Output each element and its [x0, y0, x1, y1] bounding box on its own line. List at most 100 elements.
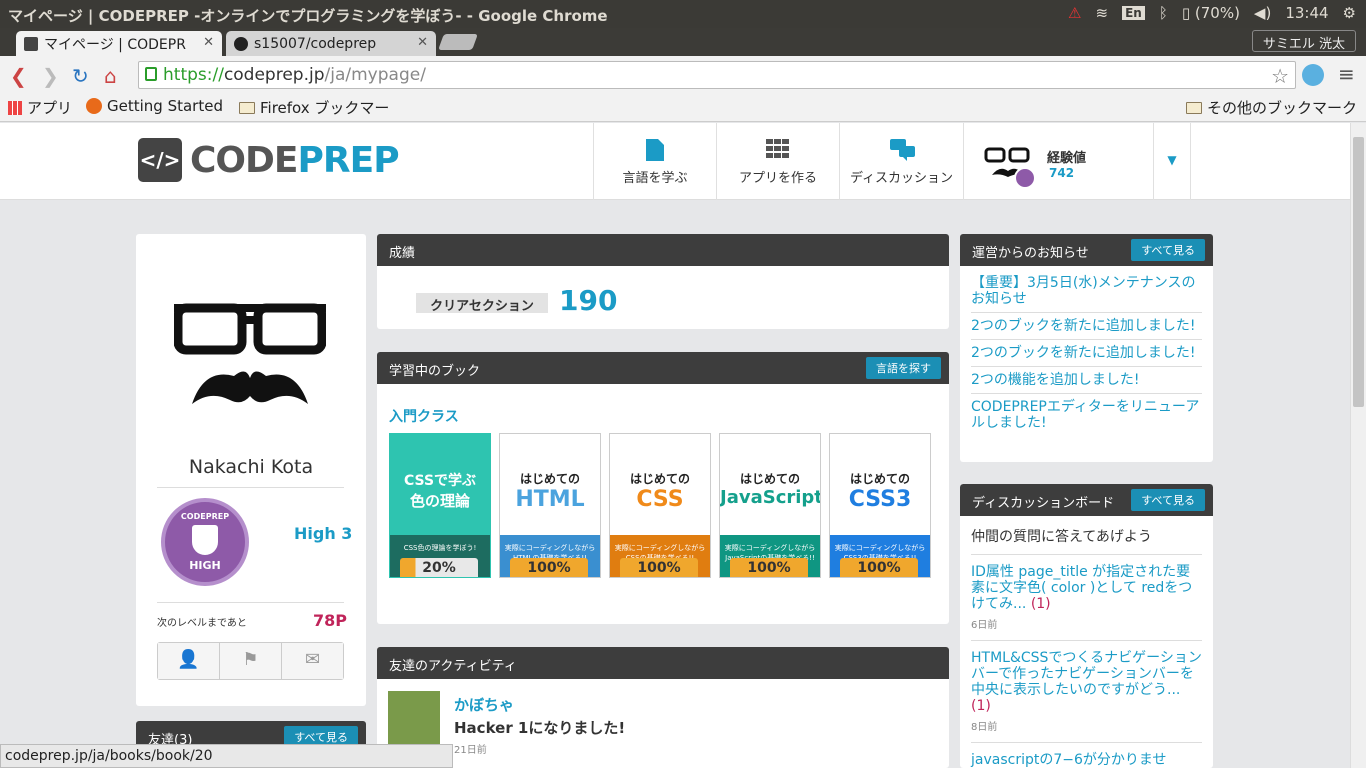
- book-title-top: はじめての: [519, 472, 580, 486]
- tab-mypage[interactable]: マイページ | CODEPR ✕: [16, 31, 222, 56]
- discussion-title-link[interactable]: ID属性 page_title が指定された要素に文字色( color )として…: [971, 564, 1192, 612]
- back-icon[interactable]: ❮: [10, 64, 27, 88]
- home-icon[interactable]: ⌂: [104, 64, 117, 88]
- level-mini-badge: [1014, 167, 1036, 189]
- clock[interactable]: 13:44: [1285, 4, 1328, 22]
- chat-icon-button[interactable]: ✉: [282, 643, 343, 679]
- battery-indicator[interactable]: ▯ (70%): [1182, 4, 1240, 22]
- url-path: /ja/mypage/: [324, 65, 426, 85]
- caret-down-icon: ▼: [1167, 153, 1177, 167]
- book-card[interactable]: はじめてのHTML実際にコーディングしながらHTMLの基礎を学べる!!100%: [499, 433, 601, 578]
- mustache-avatar: [174, 303, 326, 404]
- bluetooth-icon[interactable]: ᛒ: [1159, 4, 1168, 22]
- page-scrollbar[interactable]: [1350, 123, 1366, 768]
- user-menu-dropdown[interactable]: ▼: [1153, 123, 1191, 200]
- news-list: 【重要】3月5日(水)メンテナンスのお知らせ 2つのブックを新たに追加しました!…: [960, 266, 1213, 436]
- exp-value: 742: [1049, 166, 1075, 180]
- url-scheme: https://: [163, 65, 224, 85]
- discussion-item[interactable]: javascriptの7−6が分かりませ: [971, 743, 1202, 768]
- book-title-top: はじめての: [849, 472, 910, 486]
- news-title: 運営からのお知らせ: [972, 246, 1089, 261]
- settings-gear-icon[interactable]: ⚙: [1343, 4, 1356, 22]
- tab-label: マイページ | CODEPR: [44, 36, 186, 53]
- bookmark-label: アプリ: [27, 99, 73, 117]
- book-title-main: CSS3: [848, 487, 912, 512]
- next-level-label: 次のレベルまであと: [157, 618, 247, 629]
- next-level-points: 78P: [313, 611, 347, 630]
- bookmark-other[interactable]: その他のブックマーク: [1186, 97, 1357, 118]
- user-icon-button[interactable]: 👤: [158, 643, 220, 679]
- chat-bubbles-icon: [889, 139, 915, 161]
- news-item[interactable]: 2つの機能を追加しました!: [971, 367, 1202, 394]
- book-card[interactable]: CSSで学ぶ 色の理論 CSS色の理論を学ぼう! 20%: [389, 433, 491, 578]
- results-panel: 成績 クリアセクション 190: [377, 234, 949, 329]
- discussion-time: 8日前: [971, 722, 998, 733]
- apps-grid-icon: [8, 100, 22, 115]
- discussion-item[interactable]: ID属性 page_title が指定された要素に文字色( color )として…: [971, 555, 1202, 641]
- book-card[interactable]: はじめてのJavaScript実際にコーディングしながらJavaScriptの基…: [719, 433, 821, 578]
- extension-icon[interactable]: [1302, 64, 1324, 86]
- nav-learn-language[interactable]: 言語を学ぶ: [593, 123, 716, 200]
- menu-icon[interactable]: ≡: [1338, 62, 1355, 86]
- os-top-bar: マイページ | CODEPREP -オンラインでプログラミングを学ぼう- - G…: [0, 0, 1366, 28]
- scrollbar-thumb[interactable]: [1353, 137, 1364, 407]
- folder-icon: [1186, 101, 1202, 114]
- divider: [157, 487, 344, 488]
- browser-toolbar: ❮ ❯ ↻ ⌂ https://codeprep.jp/ja/mypage/ ☆…: [0, 56, 1366, 94]
- results-header: 成績: [377, 234, 949, 266]
- code-logo-icon: </>: [138, 138, 182, 182]
- book-progress: 100%: [840, 558, 918, 577]
- discussion-item[interactable]: HTML&CSSでつくるナビゲーションバーで作ったナビゲーションバーを中央に表示…: [971, 641, 1202, 743]
- bookmark-getting-started[interactable]: Getting Started: [86, 97, 223, 115]
- forward-icon[interactable]: ❯: [42, 64, 59, 88]
- news-item[interactable]: 2つのブックを新たに追加しました!: [971, 340, 1202, 367]
- book-list: CSSで学ぶ 色の理論 CSS色の理論を学ぼう! 20% はじめての HTML 実際にコーデ…: [389, 433, 939, 583]
- reload-icon[interactable]: ↻: [72, 64, 89, 88]
- discussion-title: ディスカッションボード: [972, 496, 1115, 511]
- bookmark-apps[interactable]: アプリ: [8, 97, 72, 118]
- shield-icon: [192, 525, 218, 555]
- activity-user[interactable]: かぼちゃ: [454, 694, 514, 715]
- tab-label: s15007/codeprep: [254, 35, 377, 52]
- close-tab-icon[interactable]: ✕: [203, 35, 214, 50]
- badge-top-text: CODEPREP: [180, 512, 230, 521]
- wifi-icon[interactable]: ≋: [1096, 4, 1109, 22]
- discussion-title-link[interactable]: HTML&CSSでつくるナビゲーションバーで作ったナビゲーションバーを中央に表示…: [971, 650, 1202, 698]
- flag-icon-button[interactable]: ⚑: [220, 643, 282, 679]
- news-see-all-button[interactable]: すべて見る: [1131, 239, 1205, 261]
- class-label[interactable]: 入門クラス: [389, 406, 459, 426]
- address-bar[interactable]: https://codeprep.jp/ja/mypage/ ☆: [138, 61, 1296, 89]
- discussion-intro: 仲間の質問に答えてあげよう: [971, 526, 1202, 555]
- nav-make-app[interactable]: アプリを作る: [716, 123, 839, 200]
- bookmark-star-icon[interactable]: ☆: [1271, 64, 1289, 88]
- url-host: codeprep.jp: [223, 65, 325, 85]
- nav-discussion[interactable]: ディスカッション: [839, 123, 963, 200]
- discussion-see-all-button[interactable]: すべて見る: [1131, 489, 1205, 511]
- tab-github[interactable]: s15007/codeprep ✕: [226, 31, 436, 56]
- activity-header: 友達のアクティビティ: [377, 647, 949, 679]
- discussion-title-link[interactable]: javascriptの7−6が分かりませ: [971, 752, 1166, 768]
- close-tab-icon[interactable]: ✕: [417, 35, 428, 50]
- bookmark-label: その他のブックマーク: [1207, 99, 1358, 117]
- volume-icon[interactable]: ◀): [1254, 4, 1271, 22]
- activity-avatar[interactable]: [388, 691, 440, 751]
- news-item[interactable]: 【重要】3月5日(水)メンテナンスのお知らせ: [971, 270, 1202, 313]
- find-language-button[interactable]: 言語を探す: [866, 357, 941, 379]
- document-icon: [643, 139, 667, 161]
- bookmark-firefox-folder[interactable]: Firefox ブックマー: [239, 97, 389, 118]
- nav-label: 言語を学ぶ: [622, 171, 688, 186]
- warning-icon[interactable]: ⚠: [1068, 4, 1081, 22]
- profile-button[interactable]: サミエル 洸太: [1251, 30, 1356, 52]
- user-experience-menu[interactable]: 経験値 742: [963, 123, 1153, 200]
- news-item[interactable]: CODEPREPエディターをリニューアルしました!: [971, 394, 1202, 436]
- battery-level: (70%): [1194, 4, 1240, 22]
- input-method-indicator[interactable]: En: [1122, 6, 1145, 20]
- user-level: High 3: [294, 524, 353, 543]
- new-tab-button[interactable]: [438, 34, 478, 50]
- codeprep-logo[interactable]: </> CODEPREP: [138, 138, 400, 182]
- news-item[interactable]: 2つのブックを新たに追加しました!: [971, 313, 1202, 340]
- lock-icon: [145, 67, 157, 81]
- book-card[interactable]: はじめてのCSS3実際にコーディングしながらCSS3の基礎を学べる!!100%: [829, 433, 931, 578]
- book-card[interactable]: はじめてのCSS実際にコーディングしながらCSSの基礎を学べる!!100%: [609, 433, 711, 578]
- discussion-time: 6日前: [971, 620, 998, 631]
